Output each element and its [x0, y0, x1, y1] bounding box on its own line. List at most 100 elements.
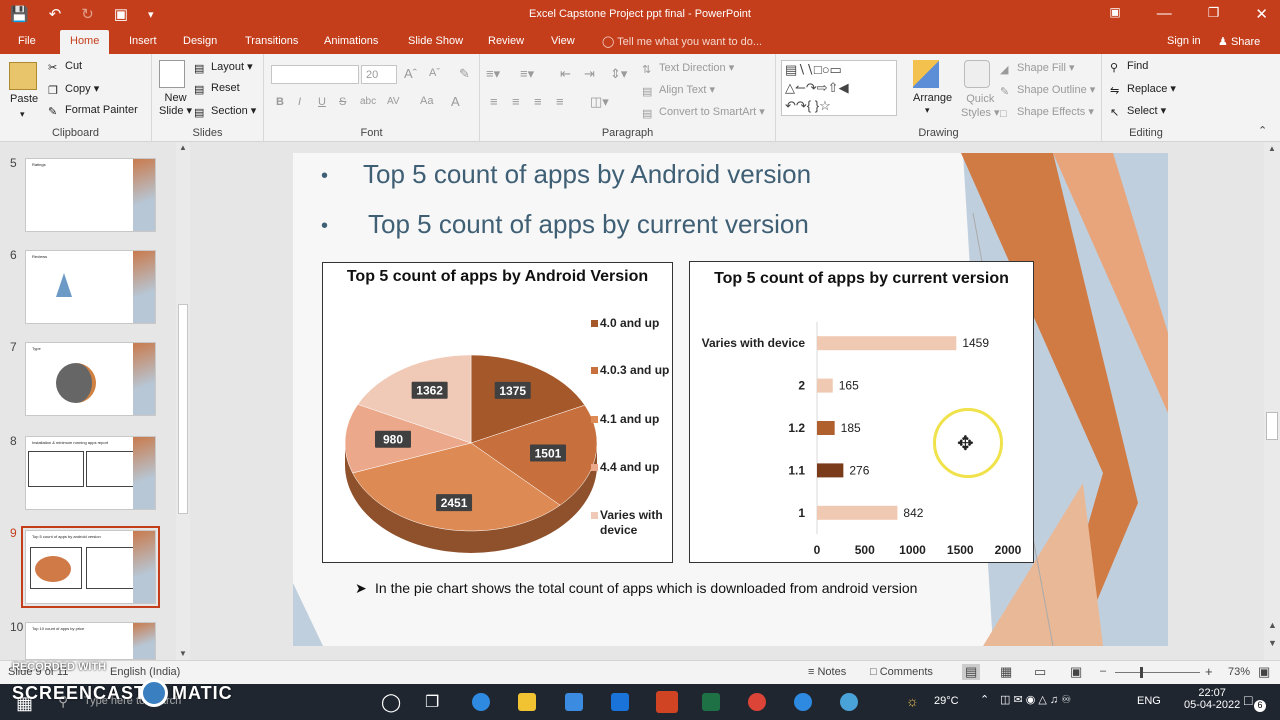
file-explorer-icon[interactable] — [518, 693, 536, 711]
excel-icon[interactable] — [702, 693, 720, 711]
minimize-button[interactable]: — — [1157, 5, 1172, 23]
sign-in-link[interactable]: Sign in — [1167, 35, 1201, 47]
chrome-icon[interactable] — [748, 693, 766, 711]
decrease-indent-icon[interactable]: ⇤ — [560, 66, 571, 82]
weather-temp[interactable]: 29°C — [934, 695, 959, 707]
slide-thumbnail-7[interactable]: Type — [25, 342, 156, 416]
slide-thumbnail-9[interactable]: Top 5 count of apps by android version — [21, 526, 160, 608]
notifications-icon[interactable]: □ — [1244, 692, 1252, 708]
screencast-icon[interactable] — [840, 693, 858, 711]
close-button[interactable]: ✕ — [1255, 5, 1268, 23]
layout-button[interactable]: ▤ Layout ▾ — [194, 60, 253, 75]
slide-thumbnail-10[interactable]: Top 10 count of apps by price — [25, 622, 156, 660]
zoom-slider[interactable] — [1115, 672, 1200, 673]
scrollbar-thumb[interactable] — [1266, 412, 1278, 440]
mail-icon[interactable] — [611, 693, 629, 711]
replace-button[interactable]: ⇋ Replace ▾ — [1110, 82, 1176, 97]
clock[interactable]: 22:07 05-04-2022 — [1184, 687, 1240, 711]
shapes-gallery[interactable]: ▤∖∖□○▭ △↼↷⇨⇧◀ ↶↷{ }☆ — [781, 60, 897, 116]
bullets-icon[interactable]: ≡▾ — [486, 66, 500, 82]
font-size-dropdown[interactable]: 20 — [361, 65, 397, 84]
strikethrough-button[interactable]: S — [339, 96, 346, 108]
new-slide-icon[interactable] — [159, 60, 185, 88]
scroll-down-icon[interactable]: ▼ — [179, 649, 187, 658]
tray-icons[interactable]: ◫ ✉ ◉ △ ♫ ♾ — [1000, 693, 1071, 706]
thumbnails-scrollbar[interactable]: ▲ ▼ — [176, 142, 190, 660]
slide-canvas[interactable]: • Top 5 count of apps by Android version… — [293, 153, 1168, 646]
increase-indent-icon[interactable]: ⇥ — [584, 66, 595, 82]
decrease-font-icon[interactable]: Aˇ — [429, 67, 440, 79]
font-color-button[interactable]: A — [451, 94, 460, 109]
edge-dev-icon[interactable] — [794, 693, 812, 711]
change-case-button[interactable]: Aa — [420, 95, 433, 107]
section-button[interactable]: ▤ Section ▾ — [194, 104, 256, 119]
underline-button[interactable]: U — [318, 96, 326, 108]
align-left-icon[interactable]: ≡ — [490, 94, 498, 109]
scroll-up-icon[interactable]: ▲ — [179, 143, 187, 152]
justify-icon[interactable]: ≡ — [556, 94, 564, 109]
ribbon-display-options-icon[interactable]: ▣ — [1109, 5, 1120, 23]
text-direction-button[interactable]: ⇅ Text Direction ▾ — [642, 61, 734, 76]
zoom-slider-thumb[interactable] — [1140, 667, 1143, 678]
slide-thumbnail-5[interactable]: Ratings — [25, 158, 156, 232]
slide-thumbnail-8[interactable]: Installation & minimum running apps repo… — [25, 436, 156, 510]
select-button[interactable]: ↖ Select ▾ — [1110, 104, 1166, 119]
paste-button[interactable]: Paste — [10, 93, 38, 105]
bar[interactable] — [817, 336, 957, 351]
bold-button[interactable]: B — [276, 96, 284, 108]
fit-to-window-icon[interactable]: ▣ — [1258, 664, 1270, 680]
arrange-button[interactable]: Arrange ▾ — [913, 92, 952, 116]
copy-button[interactable]: ❐ Copy ▾ — [48, 82, 99, 97]
zoom-in-icon[interactable]: + — [1205, 664, 1213, 679]
language-indicator[interactable]: English (India) — [110, 666, 180, 678]
previous-slide-icon[interactable]: ▲ — [1268, 620, 1277, 630]
normal-view-icon[interactable]: ▤ — [962, 664, 981, 680]
next-slide-icon[interactable]: ▼ — [1268, 638, 1277, 648]
tab-design[interactable]: Design — [183, 35, 217, 47]
text-shadow-button[interactable]: abc — [360, 96, 376, 107]
scrollbar-thumb[interactable] — [178, 304, 188, 514]
comments-button[interactable]: □ Comments — [870, 666, 933, 678]
tab-slide-show[interactable]: Slide Show — [408, 35, 463, 47]
tab-file[interactable]: File — [18, 35, 36, 47]
shape-outline-button[interactable]: ✎ Shape Outline ▾ — [1000, 83, 1095, 98]
new-slide-button[interactable]: New Slide ▾ — [159, 92, 192, 118]
tab-insert[interactable]: Insert — [129, 35, 157, 47]
bar[interactable] — [817, 463, 844, 478]
collapse-ribbon-icon[interactable]: ⌃ — [1258, 124, 1267, 137]
bar[interactable] — [817, 421, 835, 435]
maximize-button[interactable]: ❐ — [1208, 5, 1220, 23]
font-name-dropdown[interactable] — [271, 65, 359, 84]
align-right-icon[interactable]: ≡ — [534, 94, 542, 109]
tab-review[interactable]: Review — [488, 35, 524, 47]
format-painter-button[interactable]: ✎ Format Painter — [48, 104, 138, 118]
align-text-button[interactable]: ▤ Align Text ▾ — [642, 83, 715, 98]
editor-scrollbar[interactable]: ▲ ▲ ▼ — [1264, 142, 1280, 660]
slide-thumbnail-6[interactable]: Reviews — [25, 250, 156, 324]
quick-styles-button[interactable]: Quick Styles ▾ — [961, 92, 1000, 120]
align-center-icon[interactable]: ≡ — [512, 94, 520, 109]
edge-icon[interactable] — [472, 693, 490, 711]
shape-fill-button[interactable]: ◢ Shape Fill ▾ — [1000, 61, 1075, 76]
bar[interactable] — [817, 378, 833, 393]
italic-button[interactable]: I — [298, 96, 301, 108]
tab-animations[interactable]: Animations — [324, 35, 378, 47]
weather-icon[interactable]: ☼ — [906, 693, 919, 709]
convert-smartart-button[interactable]: ▤ Convert to SmartArt ▾ — [642, 105, 765, 120]
zoom-out-icon[interactable]: – — [1100, 665, 1106, 677]
zoom-level[interactable]: 73% — [1228, 666, 1250, 678]
clear-formatting-icon[interactable]: ✎ — [459, 66, 470, 82]
tray-chevron-icon[interactable]: ⌃ — [980, 693, 989, 706]
reset-button[interactable]: ▤ Reset — [194, 82, 240, 96]
store-icon[interactable] — [565, 693, 583, 711]
share-button[interactable]: ♟ Share — [1218, 35, 1260, 48]
numbering-icon[interactable]: ≡▾ — [520, 66, 534, 82]
notes-button[interactable]: ≡ Notes — [808, 666, 846, 678]
quick-styles-icon[interactable] — [964, 60, 990, 88]
slide-sorter-icon[interactable]: ▦ — [1000, 664, 1012, 680]
bar[interactable] — [817, 505, 898, 520]
tell-me-box[interactable]: ◯ Tell me what you want to do... — [602, 35, 762, 48]
arrange-icon[interactable] — [913, 60, 939, 88]
paste-icon[interactable] — [9, 62, 37, 90]
tab-view[interactable]: View — [551, 35, 575, 47]
